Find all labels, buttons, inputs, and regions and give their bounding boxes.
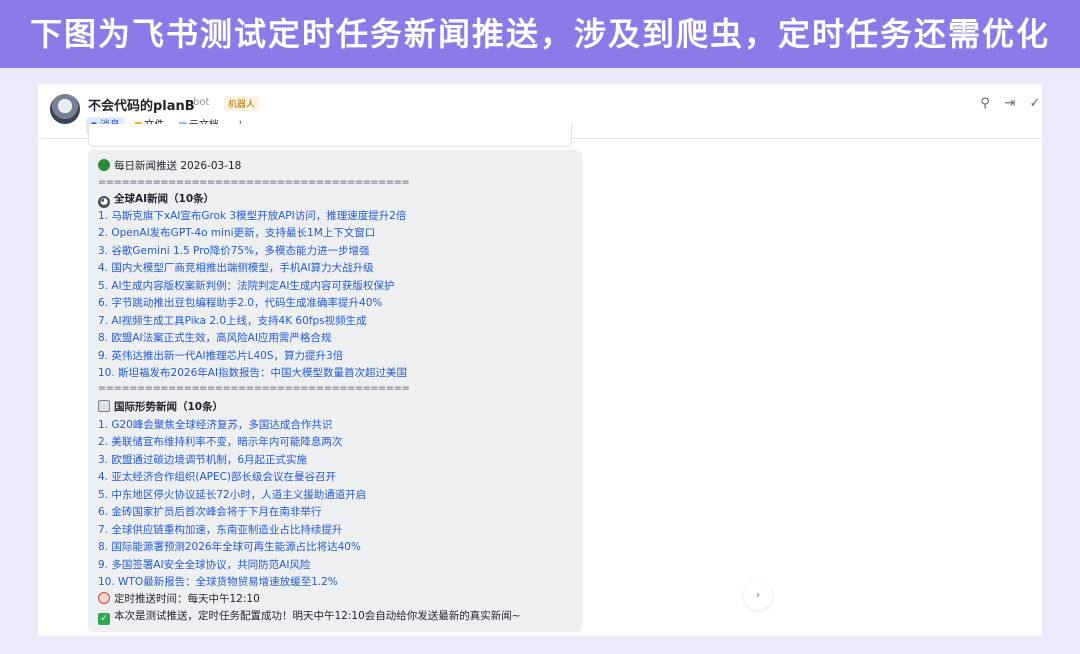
section-title-row: 国际形势新闻（10条） [98,400,223,414]
news-item: 4. 国内大模型厂商竞相推出端侧模型，手机AI算力大战升级 [98,262,374,274]
schedule-row: 定时推送时间：每天中午12:10 [98,592,260,606]
news-item: 6. 金砖国家扩员后首次峰会将于下月在南非举行 [98,506,322,518]
check-icon[interactable]: ✓ [1028,96,1042,111]
globe-icon [98,159,110,171]
message-header-row: 每日新闻推送 2026-03-18 [98,159,241,173]
news-item: 7. AI视频生成工具Pika 2.0上线，支持4K 60fps视频生成 [98,315,367,327]
section-title: 国际形势新闻（10条） [114,401,224,413]
avatar[interactable] [50,94,80,124]
scroll-button[interactable]: › [744,582,772,610]
news-item: 5. 中东地区停火协议延长72小时，人道主义援助通道开启 [98,489,367,501]
footer-text: 本次是测试推送，定时任务配置成功！明天中午12:10会自动给你发送最新的真实新闻… [114,610,521,622]
news-item: 10. WTO最新报告：全球货物贸易增速放缓至1.2% [98,576,338,588]
news-item: 3. 谷歌Gemini 1.5 Pro降价75%，多模态能力进一步增强 [98,245,370,257]
news-item: 8. 欧盟AI法案正式生效，高风险AI应用需严格合规 [98,332,332,344]
news-item: 4. 亚太经济合作组织(APEC)部长级会议在曼谷召开 [98,471,337,483]
news-item: 7. 全球供应链重构加速，东南亚制造业占比持续提升 [98,524,343,536]
alarm-clock-icon [98,592,110,604]
news-item: 1. 马斯克旗下xAI宣布Grok 3模型开放API访问，推理速度提升2倍 [98,210,407,222]
news-item: 1. G20峰会聚焦全球经济复苏，多国达成合作共识 [98,419,333,431]
news-item: 2. 美联储宣布维持利率不变，暗示年内可能降息两次 [98,436,343,448]
news-item: 9. 英伟达推出新一代AI推理芯片L40S，算力提升3倍 [98,350,344,362]
header-actions: ⚲ ⇥ ✓ [978,96,1042,111]
robot-badge: 机器人 [224,96,260,111]
news-item: 6. 字节跳动推出豆包编程助手2.0，代码生成准确率提升40% [98,297,383,309]
section-title-row: ◕ 全球AI新闻（10条） [98,192,214,208]
feishu-chat-window: 不会代码的planB bot 机器人 ● 消息 ■ 文件 ▤ 云文档 + ⚲ ⇥… [38,84,1042,636]
previous-message-bubble [88,124,572,147]
bot-tag: bot [193,97,210,108]
news-item: 9. 多国签署AI安全全球协议，共同防范AI风险 [98,559,311,571]
news-item: 5. AI生成内容版权案新判例：法院判定AI生成内容可获版权保护 [98,280,395,292]
chat-title[interactable]: 不会代码的planB [88,95,195,114]
news-item: 10. 斯坦福发布2026年AI指数报告：中国大模型数量首次超过美国 [98,367,408,379]
cat-icon: ◕ [98,196,110,208]
check-mark-icon: ✓ [98,613,110,625]
separator: ======================================== [98,177,410,188]
news-message-bubble: 每日新闻推送 2026-03-18 ======================… [88,150,582,632]
search-person-icon[interactable]: ⚲ [978,96,992,111]
footer-row: ✓ 本次是测试推送，定时任务配置成功！明天中午12:10会自动给你发送最新的真实新… [98,609,521,625]
newspaper-icon [98,400,110,412]
news-item: 3. 欧盟通过碳边境调节机制，6月起正式实施 [98,454,308,466]
section-title: 全球AI新闻（10条） [114,193,215,205]
news-item: 8. 国际能源署预测2026年全球可再生能源占比将达40% [98,541,361,553]
news-item: 2. OpenAI发布GPT-4o mini更新，支持最长1M上下文窗口 [98,227,376,239]
schedule-text: 定时推送时间：每天中午12:10 [114,593,260,605]
message-header: 每日新闻推送 2026-03-18 [114,160,242,172]
banner-title: 下图为飞书测试定时任务新闻推送，涉及到爬虫，定时任务还需优化 [0,0,1080,68]
forward-icon[interactable]: ⇥ [1003,96,1017,111]
separator: ======================================== [98,383,410,394]
